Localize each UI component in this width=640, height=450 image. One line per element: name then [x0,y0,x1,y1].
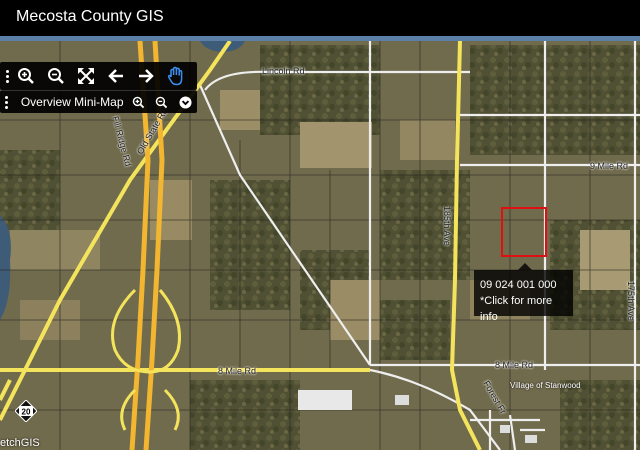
map-toolbar [0,62,197,90]
minimap-zoom-out-icon[interactable] [150,91,173,114]
route-shield-icon: 20 [15,400,37,422]
drag-handle-icon[interactable] [3,91,11,113]
tooltip-parcel-id: 09 024 001 000 [480,279,557,291]
road-label-8-mile-right: 8 Mile Rd [495,360,534,370]
back-arrow-icon[interactable] [101,62,131,90]
route-shield-number: 20 [22,408,31,417]
place-label-village: Village of Stanwood [510,381,581,390]
minimap-label: Overview Mini-Map [20,95,124,109]
title-bar: Mecosta County GIS [0,0,640,36]
forward-arrow-icon[interactable] [131,62,161,90]
full-extent-icon[interactable] [71,62,101,90]
pan-hand-icon[interactable] [161,62,191,90]
road-label-8-mile-left: 8 Mile Rd [218,366,257,376]
road-label-175th-ave: 175th Ave [626,281,636,321]
selected-parcel[interactable] [501,207,547,257]
road-label-9-mile: 9 Mile Rd [590,161,629,171]
drag-handle-icon[interactable] [3,62,11,90]
minimap-zoom-in-icon[interactable] [127,91,150,114]
overview-minimap-bar: Overview Mini-Map [0,90,197,113]
zoom-out-icon[interactable] [41,62,71,90]
app-title: Mecosta County GIS [16,8,164,25]
road-label-lincoln: Lincoln Rd [262,66,305,76]
chevron-down-icon[interactable] [174,91,197,114]
tooltip-arrow [518,263,532,270]
zoom-in-icon[interactable] [11,62,41,90]
parcel-tooltip[interactable]: 09 024 001 000 *Click for more info [474,263,573,323]
road-label-185th-ave: 185th Ave [442,206,452,246]
attribution-text: etchGIS [0,437,40,449]
tooltip-hint[interactable]: *Click for more info [480,293,567,325]
